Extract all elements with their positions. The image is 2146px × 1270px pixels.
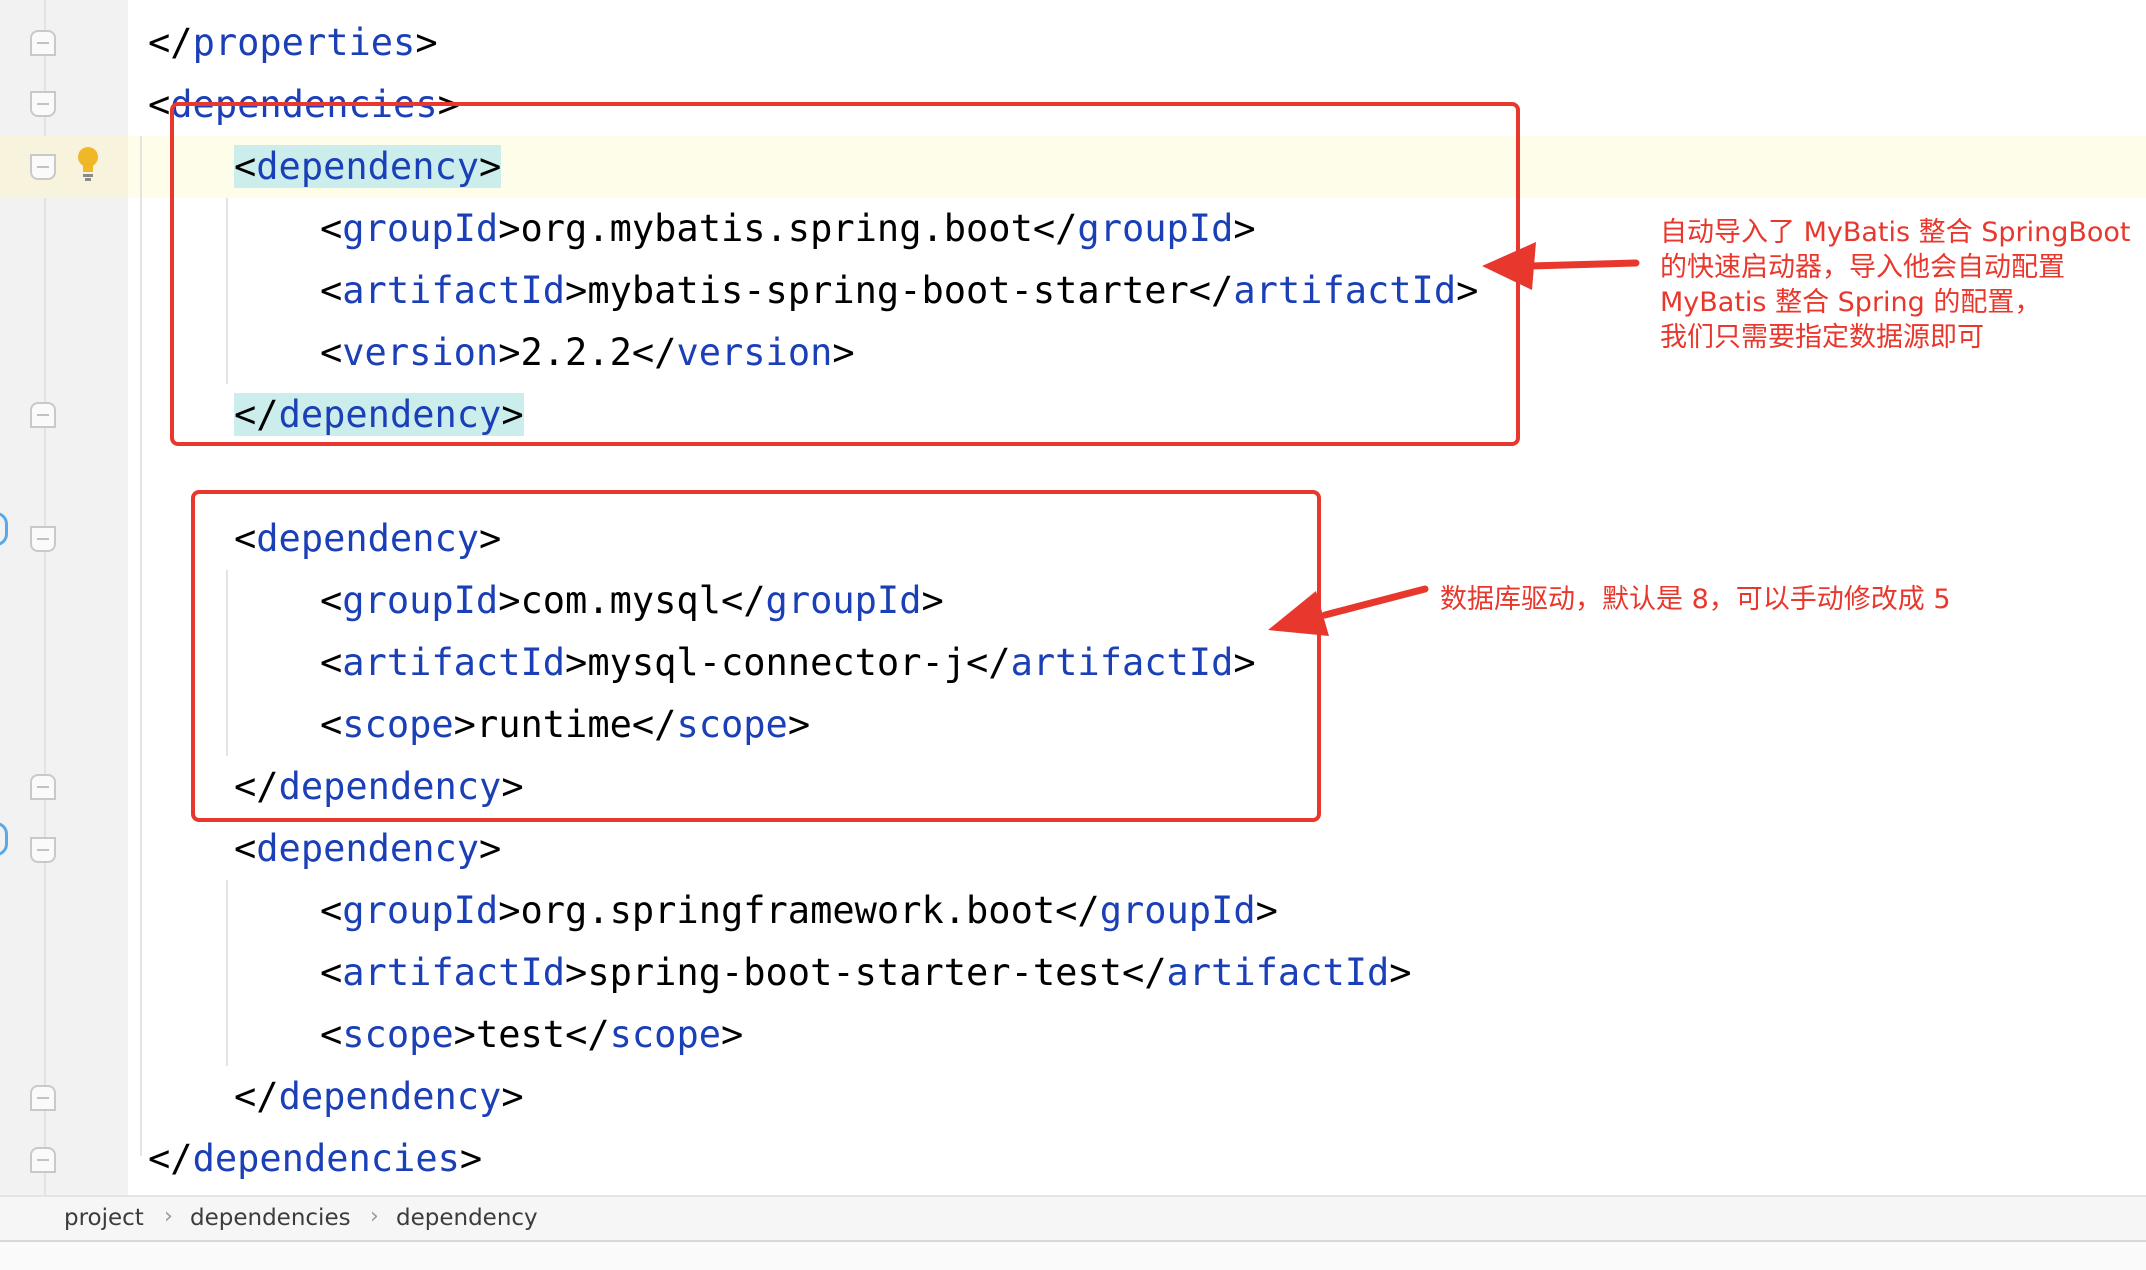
annotation-line: 数据库驱动，默认是 8，可以手动修改成 5	[1440, 584, 1951, 615]
arrow-mybatis	[1482, 242, 1640, 290]
breadcrumb-item-dependencies[interactable]: dependencies	[190, 1205, 351, 1231]
breadcrumb-item-dependency[interactable]: dependency	[396, 1205, 538, 1231]
code-editor[interactable]: </properties> <dependencies> <dependency> <…	[0, 0, 2146, 1195]
annotation-line: MyBatis 整合 Spring 的配置，	[1660, 287, 2042, 318]
annotation-note-mysql: 数据库驱动，默认是 8，可以手动修改成 5	[1440, 582, 1951, 617]
status-bar	[0, 1240, 2146, 1270]
breadcrumb-item-project[interactable]: project	[64, 1205, 144, 1231]
annotation-line: 自动导入了 MyBatis 整合 SpringBoot	[1660, 217, 2131, 248]
breadcrumb-separator-icon: ›	[370, 1204, 379, 1229]
annotation-line: 的快速启动器，导入他会自动配置	[1660, 252, 2065, 283]
annotation-note-mybatis: 自动导入了 MyBatis 整合 SpringBoot 的快速启动器，导入他会自…	[1660, 215, 2131, 355]
breadcrumb: project › dependencies › dependency	[0, 1195, 2146, 1240]
breadcrumb-separator-icon: ›	[164, 1204, 173, 1229]
arrow-mysql	[1268, 585, 1429, 636]
annotation-line: 我们只需要指定数据源即可	[1660, 322, 1984, 353]
